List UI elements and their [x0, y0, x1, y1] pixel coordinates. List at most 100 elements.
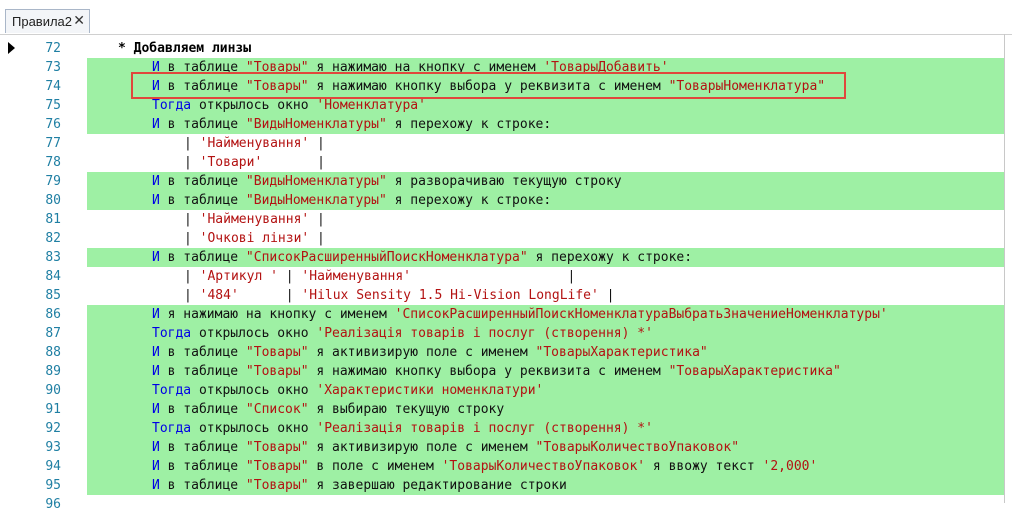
text-token: я завершаю редактирование строки — [308, 478, 567, 493]
close-icon[interactable]: ✕ — [73, 13, 85, 29]
code-line[interactable]: 94 И в таблице "Товары" в поле с именем '… — [0, 457, 1004, 476]
keyword-token: И — [152, 345, 160, 360]
text-token: я перехожу к строке: — [386, 117, 552, 132]
string-token: 'ТоварыКоличествоУпаковок' — [441, 459, 646, 474]
text-token: открылось окно — [191, 421, 317, 436]
text-token: | — [309, 231, 325, 246]
code-text: И в таблице "ВидыНоменклатуры" я перехож… — [152, 191, 551, 210]
code-line[interactable]: 85 | '484' | 'Hilux Sensity 1.5 Hi-Vision… — [0, 286, 1004, 305]
code-line[interactable]: 90 Тогда открылось окно 'Характеристики н… — [0, 381, 1004, 400]
text-token: я активизирую поле с именем — [308, 345, 536, 360]
line-number: 88 — [45, 345, 61, 360]
line-number: 85 — [45, 288, 61, 303]
code-text: | 'Очкові лінзи' | — [184, 229, 325, 248]
text-token: в таблице — [159, 459, 246, 474]
text-token: | — [184, 155, 200, 170]
line-number: 82 — [45, 231, 61, 246]
keyword-token: И — [152, 440, 160, 455]
keyword-token: Тогда — [152, 421, 192, 436]
code-text: И в таблице "Товары" я активизирую поле … — [152, 438, 739, 457]
string-token: 'Hilux Sensity 1.5 Hi-Vision LongLife' — [301, 288, 599, 303]
code-text: | 'Товари' | — [184, 153, 325, 172]
line-number: 92 — [45, 421, 61, 436]
line-number: 75 — [45, 98, 61, 113]
code-line[interactable]: 93 И в таблице "Товары" я активизирую пол… — [0, 438, 1004, 457]
code-line[interactable]: 76 И в таблице "ВидыНоменклатуры" я перех… — [0, 115, 1004, 134]
code-line[interactable]: 81 | 'Найменування' | — [0, 210, 1004, 229]
text-token: | — [184, 136, 200, 151]
text-token: открылось окно — [191, 98, 317, 113]
code-line[interactable]: 96 — [0, 495, 1004, 514]
keyword-token: Тогда — [152, 98, 192, 113]
line-number: 86 — [45, 307, 61, 322]
line-number: 96 — [45, 497, 61, 512]
code-text: И в таблице "Товары" я нажимаю кнопку вы… — [152, 362, 841, 381]
text-token: я ввожу текст — [645, 459, 763, 474]
line-number: 78 — [45, 155, 61, 170]
line-number: 89 — [45, 364, 61, 379]
text-token: | — [184, 288, 200, 303]
text-token: в таблице — [159, 402, 246, 417]
code-editor[interactable]: 72 * Добавляем линзы 73 И в таблице "Товары… — [0, 39, 1012, 512]
code-line[interactable]: 86 И я нажимаю на кнопку с именем 'Список… — [0, 305, 1004, 324]
line-number: 76 — [45, 117, 61, 132]
code-text: И в таблице "Список" я выбираю текущую с… — [152, 400, 504, 419]
code-text: И в таблице "ВидыНоменклатуры" я перехож… — [152, 115, 551, 134]
code-line[interactable]: 77 | 'Найменування' | — [0, 134, 1004, 153]
keyword-token: Тогда — [152, 383, 192, 398]
string-token: 'Найменування' — [199, 136, 310, 151]
code-line[interactable]: 87 Тогда открылось окно 'Реалізація товар… — [0, 324, 1004, 343]
text-token: | — [184, 231, 200, 246]
string-token: '2,000' — [762, 459, 818, 474]
text-token: | — [184, 269, 200, 284]
code-text: И в таблице "Товары" я активизирую поле … — [152, 343, 708, 362]
text-token: в таблице — [159, 345, 246, 360]
string-token: '484' — [199, 288, 239, 303]
string-token: "ТоварыХарактеристика" — [668, 364, 841, 379]
code-line[interactable]: 95 И в таблице "Товары" я завершаю редакт… — [0, 476, 1004, 495]
text-token: | — [309, 136, 325, 151]
line-number: 72 — [45, 41, 61, 56]
line-number: 80 — [45, 193, 61, 208]
keyword-token: И — [152, 174, 160, 189]
code-line[interactable]: 72 * Добавляем линзы — [0, 39, 1004, 58]
keyword-token: И — [152, 459, 160, 474]
code-line[interactable]: 82 | 'Очкові лінзи' | — [0, 229, 1004, 248]
keyword-token: И — [152, 402, 160, 417]
text-token: | — [309, 212, 325, 227]
code-line[interactable]: 80 И в таблице "ВидыНоменклатуры" я перех… — [0, 191, 1004, 210]
annotation-highlight-box — [131, 72, 846, 99]
text-token: | — [277, 269, 302, 284]
code-line[interactable]: 89 И в таблице "Товары" я нажимаю кнопку … — [0, 362, 1004, 381]
code-text: И в таблице "Товары" в поле с именем 'То… — [152, 457, 817, 476]
code-line[interactable]: 91 И в таблице "Список" я выбираю текущую… — [0, 400, 1004, 419]
text-token: я выбираю текущую строку — [308, 402, 505, 417]
code-text: Тогда открылось окно 'Характеристики ном… — [152, 381, 543, 400]
text-token: в таблице — [159, 174, 246, 189]
string-token: "Товары" — [245, 459, 309, 474]
text-token: в поле с именем — [308, 459, 442, 474]
code-line[interactable]: 83 И в таблице "СписокРасширенныйПоискНом… — [0, 248, 1004, 267]
string-token: 'Номенклатура' — [316, 98, 426, 113]
string-token: 'СписокРасширенныйПоискНоменклатураВыбра… — [394, 307, 888, 322]
text-token: в таблице — [159, 117, 246, 132]
code-line[interactable]: 92 Тогда открылось окно 'Реалізація товар… — [0, 419, 1004, 438]
code-line[interactable]: 88 И в таблице "Товары" я активизирую пол… — [0, 343, 1004, 362]
string-token: "Список" — [245, 402, 309, 417]
text-token: | — [598, 288, 615, 303]
code-text: И в таблице "СписокРасширенныйПоискНомен… — [152, 248, 692, 267]
code-line[interactable]: 79 И в таблице "ВидыНоменклатуры" я разво… — [0, 172, 1004, 191]
code-line[interactable]: 78 | 'Товари' | — [0, 153, 1004, 172]
tab-pravila2[interactable]: Правила2 ✕ — [5, 9, 90, 33]
line-number: 79 — [45, 174, 61, 189]
text-token: в таблице — [159, 250, 246, 265]
string-token: 'Характеристики номенклатури' — [316, 383, 544, 398]
line-number: 91 — [45, 402, 61, 417]
line-number: 74 — [45, 79, 61, 94]
string-token: 'Реалізація товарів і послуг (створення)… — [316, 421, 653, 436]
line-number: 94 — [45, 459, 61, 474]
tab-bar: Правила2 ✕ — [0, 0, 1012, 35]
string-token: "ВидыНоменклатуры" — [245, 193, 387, 208]
code-line[interactable]: 84 | 'Артикул ' | 'Найменування' | — [0, 267, 1004, 286]
string-token: "Товары" — [245, 345, 309, 360]
